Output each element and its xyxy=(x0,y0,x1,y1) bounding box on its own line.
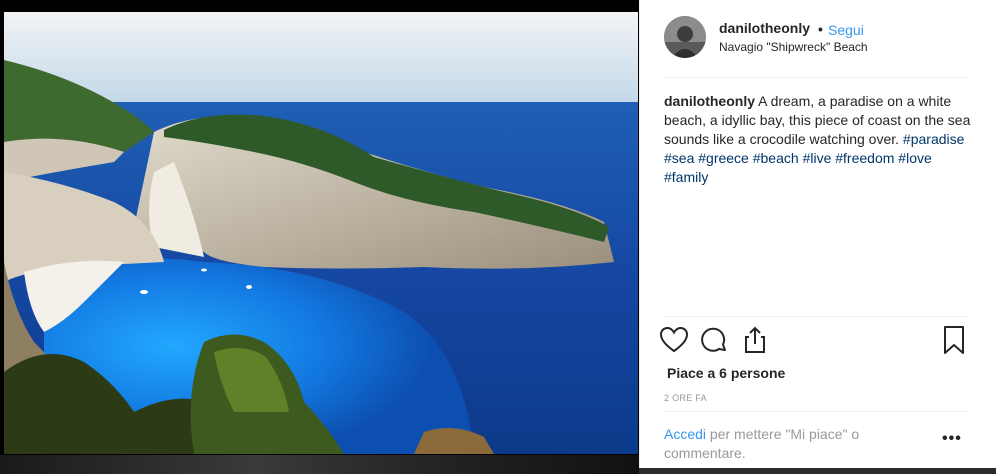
more-options-icon[interactable]: ••• xyxy=(942,430,962,448)
likes-count[interactable]: Piace a 6 persone xyxy=(667,365,785,381)
heart-icon[interactable] xyxy=(658,324,690,356)
post-caption: danilotheonly A dream, a paradise on a w… xyxy=(664,92,974,187)
hashtag[interactable]: #sea xyxy=(664,150,694,166)
header-divider xyxy=(664,77,968,78)
share-icon[interactable] xyxy=(739,324,771,356)
avatar[interactable] xyxy=(664,16,706,58)
hashtag[interactable]: #love xyxy=(898,150,931,166)
post-side-panel: danilotheonly • Segui Navagio "Shipwreck… xyxy=(639,0,996,468)
actions-divider xyxy=(664,316,968,317)
hashtag[interactable]: #family xyxy=(664,169,708,185)
background-strip-right xyxy=(639,468,996,474)
hashtag[interactable]: #greece xyxy=(698,150,749,166)
background-strip xyxy=(0,455,639,474)
hashtag[interactable]: #freedom xyxy=(835,150,894,166)
username[interactable]: danilotheonly xyxy=(719,20,810,36)
post-header: danilotheonly • Segui Navagio "Shipwreck… xyxy=(640,0,996,77)
comment-icon[interactable] xyxy=(698,324,730,356)
action-bar xyxy=(658,324,968,358)
photo-pane xyxy=(0,0,639,474)
post-photo[interactable] xyxy=(4,12,638,454)
login-link[interactable]: Accedi xyxy=(664,426,706,442)
follow-button[interactable]: Segui xyxy=(828,22,864,38)
login-prompt: Accedi per mettere "Mi piace" o commenta… xyxy=(664,425,894,463)
hashtag[interactable]: #live xyxy=(803,150,832,166)
separator-dot: • xyxy=(818,21,823,37)
post-timestamp[interactable]: 2 ORE FA xyxy=(664,393,707,403)
caption-username[interactable]: danilotheonly xyxy=(664,93,755,109)
hashtag[interactable]: #beach xyxy=(753,150,799,166)
location-link[interactable]: Navagio "Shipwreck" Beach xyxy=(719,40,868,54)
bookmark-icon[interactable] xyxy=(938,324,970,356)
footer-divider xyxy=(664,411,968,412)
hashtag[interactable]: #paradise xyxy=(903,131,965,147)
